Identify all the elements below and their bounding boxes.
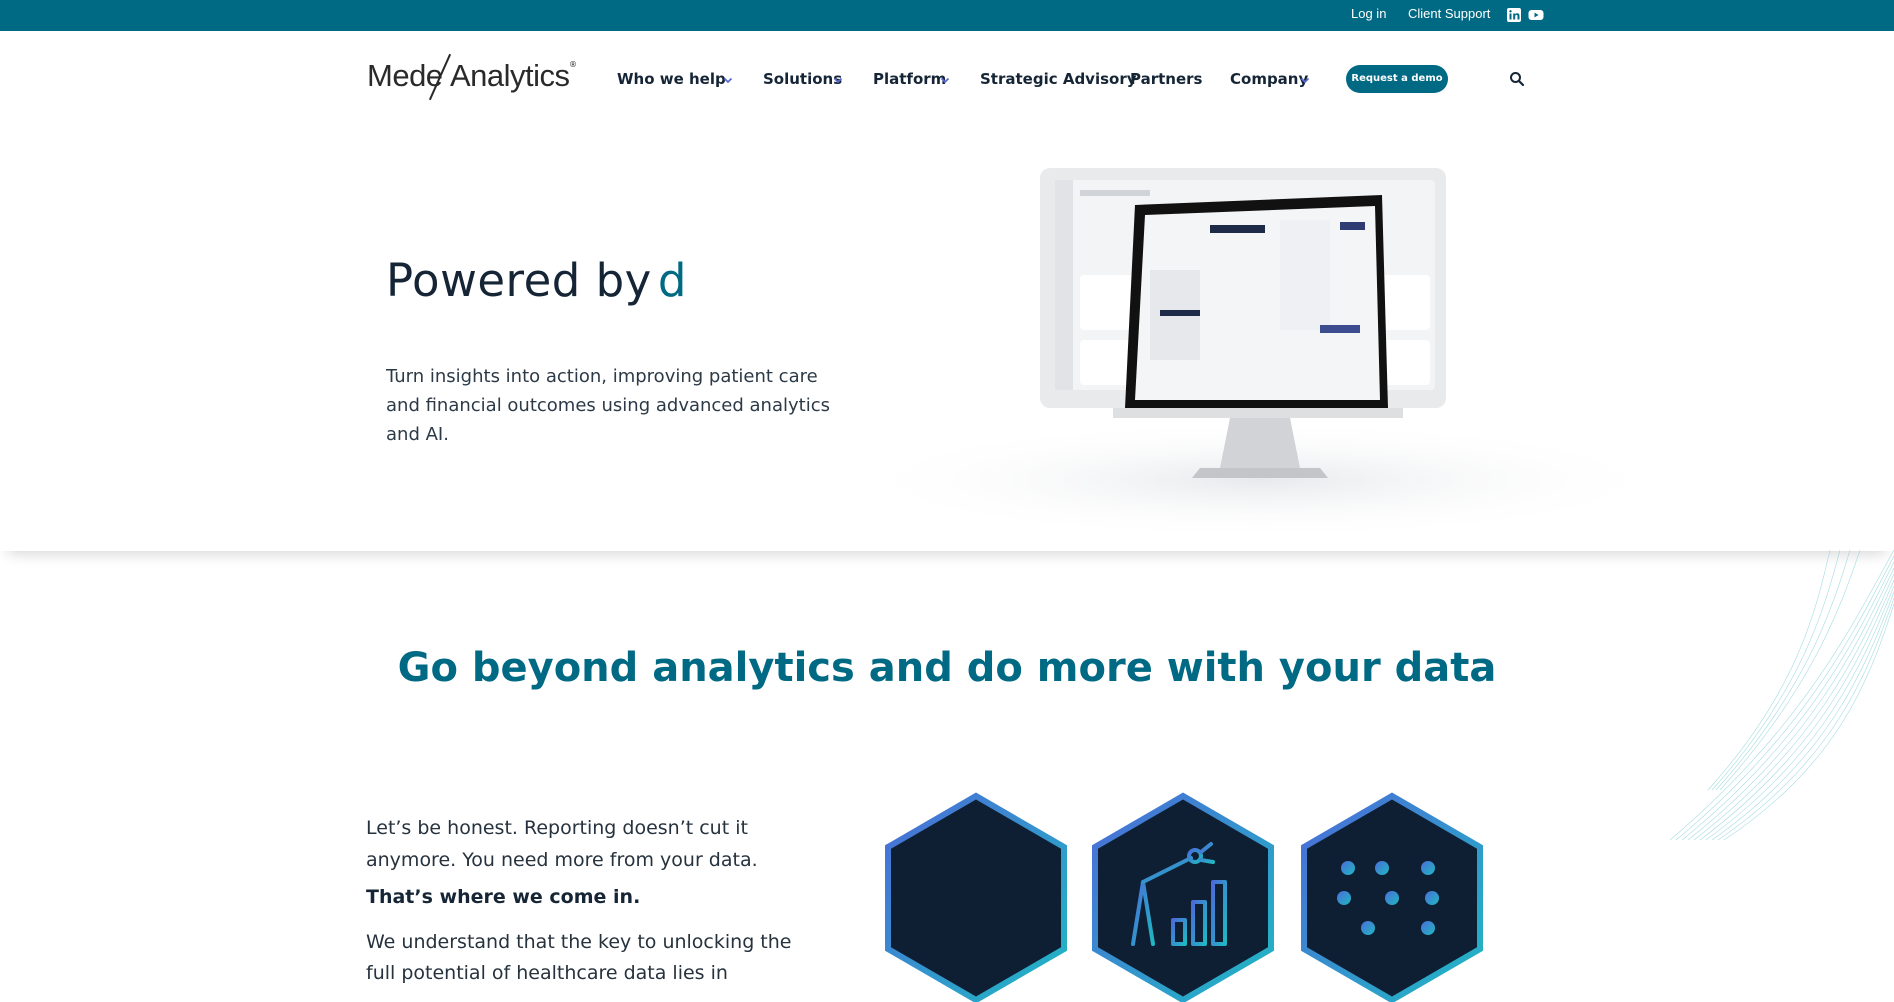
sliders-hexagon-icon <box>1301 792 1483 1002</box>
logo-registered-mark: ® <box>569 60 577 69</box>
intro-paragraph: Let’s be honest. Reporting doesn’t cut i… <box>366 817 758 871</box>
chevron-down-icon[interactable] <box>940 75 950 85</box>
youtube-icon[interactable] <box>1528 7 1544 23</box>
data-grid-hexagon-icon <box>885 792 1067 1002</box>
nav-strategic-advisory[interactable]: Strategic Advisory <box>980 70 1137 88</box>
nav-who-we-help[interactable]: Who we help <box>617 70 726 88</box>
dashboard-monitor-illustration <box>840 168 1680 540</box>
section-heading: Go beyond analytics and do more with you… <box>397 645 1497 691</box>
chevron-down-icon[interactable] <box>833 75 843 85</box>
nav-platform[interactable]: Platform <box>873 70 946 88</box>
nav-partners[interactable]: Partners <box>1130 70 1202 88</box>
hero-title: Powered by d <box>386 254 687 307</box>
hero-title-rotating-word: d <box>657 254 687 307</box>
robot-arm-chart-hexagon-icon <box>1092 792 1274 1002</box>
request-demo-button[interactable]: Request a demo <box>1346 65 1448 93</box>
intro-emphasis: That’s where we come in. <box>366 886 641 908</box>
nav-solutions[interactable]: Solutions <box>763 70 842 88</box>
search-icon[interactable] <box>1509 71 1525 87</box>
chevron-down-icon[interactable] <box>1300 75 1310 85</box>
top-utility-bar: Log in Client Support <box>0 0 1894 31</box>
intro-paragraph-continued: We understand that the key to unlocking … <box>366 931 792 984</box>
nav-company[interactable]: Company <box>1230 70 1308 88</box>
logo-wordmark-left: Mede <box>367 58 443 93</box>
chevron-down-icon[interactable] <box>723 75 733 85</box>
login-link[interactable]: Log in <box>1351 6 1386 21</box>
decorative-wave-lines <box>1669 550 1894 841</box>
medeanalytics-logo[interactable]: Mede Analytics ® <box>367 52 577 104</box>
hero-title-text: Powered by <box>386 254 652 307</box>
client-support-link[interactable]: Client Support <box>1408 6 1490 21</box>
logo-wordmark-right: Analytics <box>450 58 570 93</box>
linkedin-icon[interactable] <box>1506 7 1522 23</box>
